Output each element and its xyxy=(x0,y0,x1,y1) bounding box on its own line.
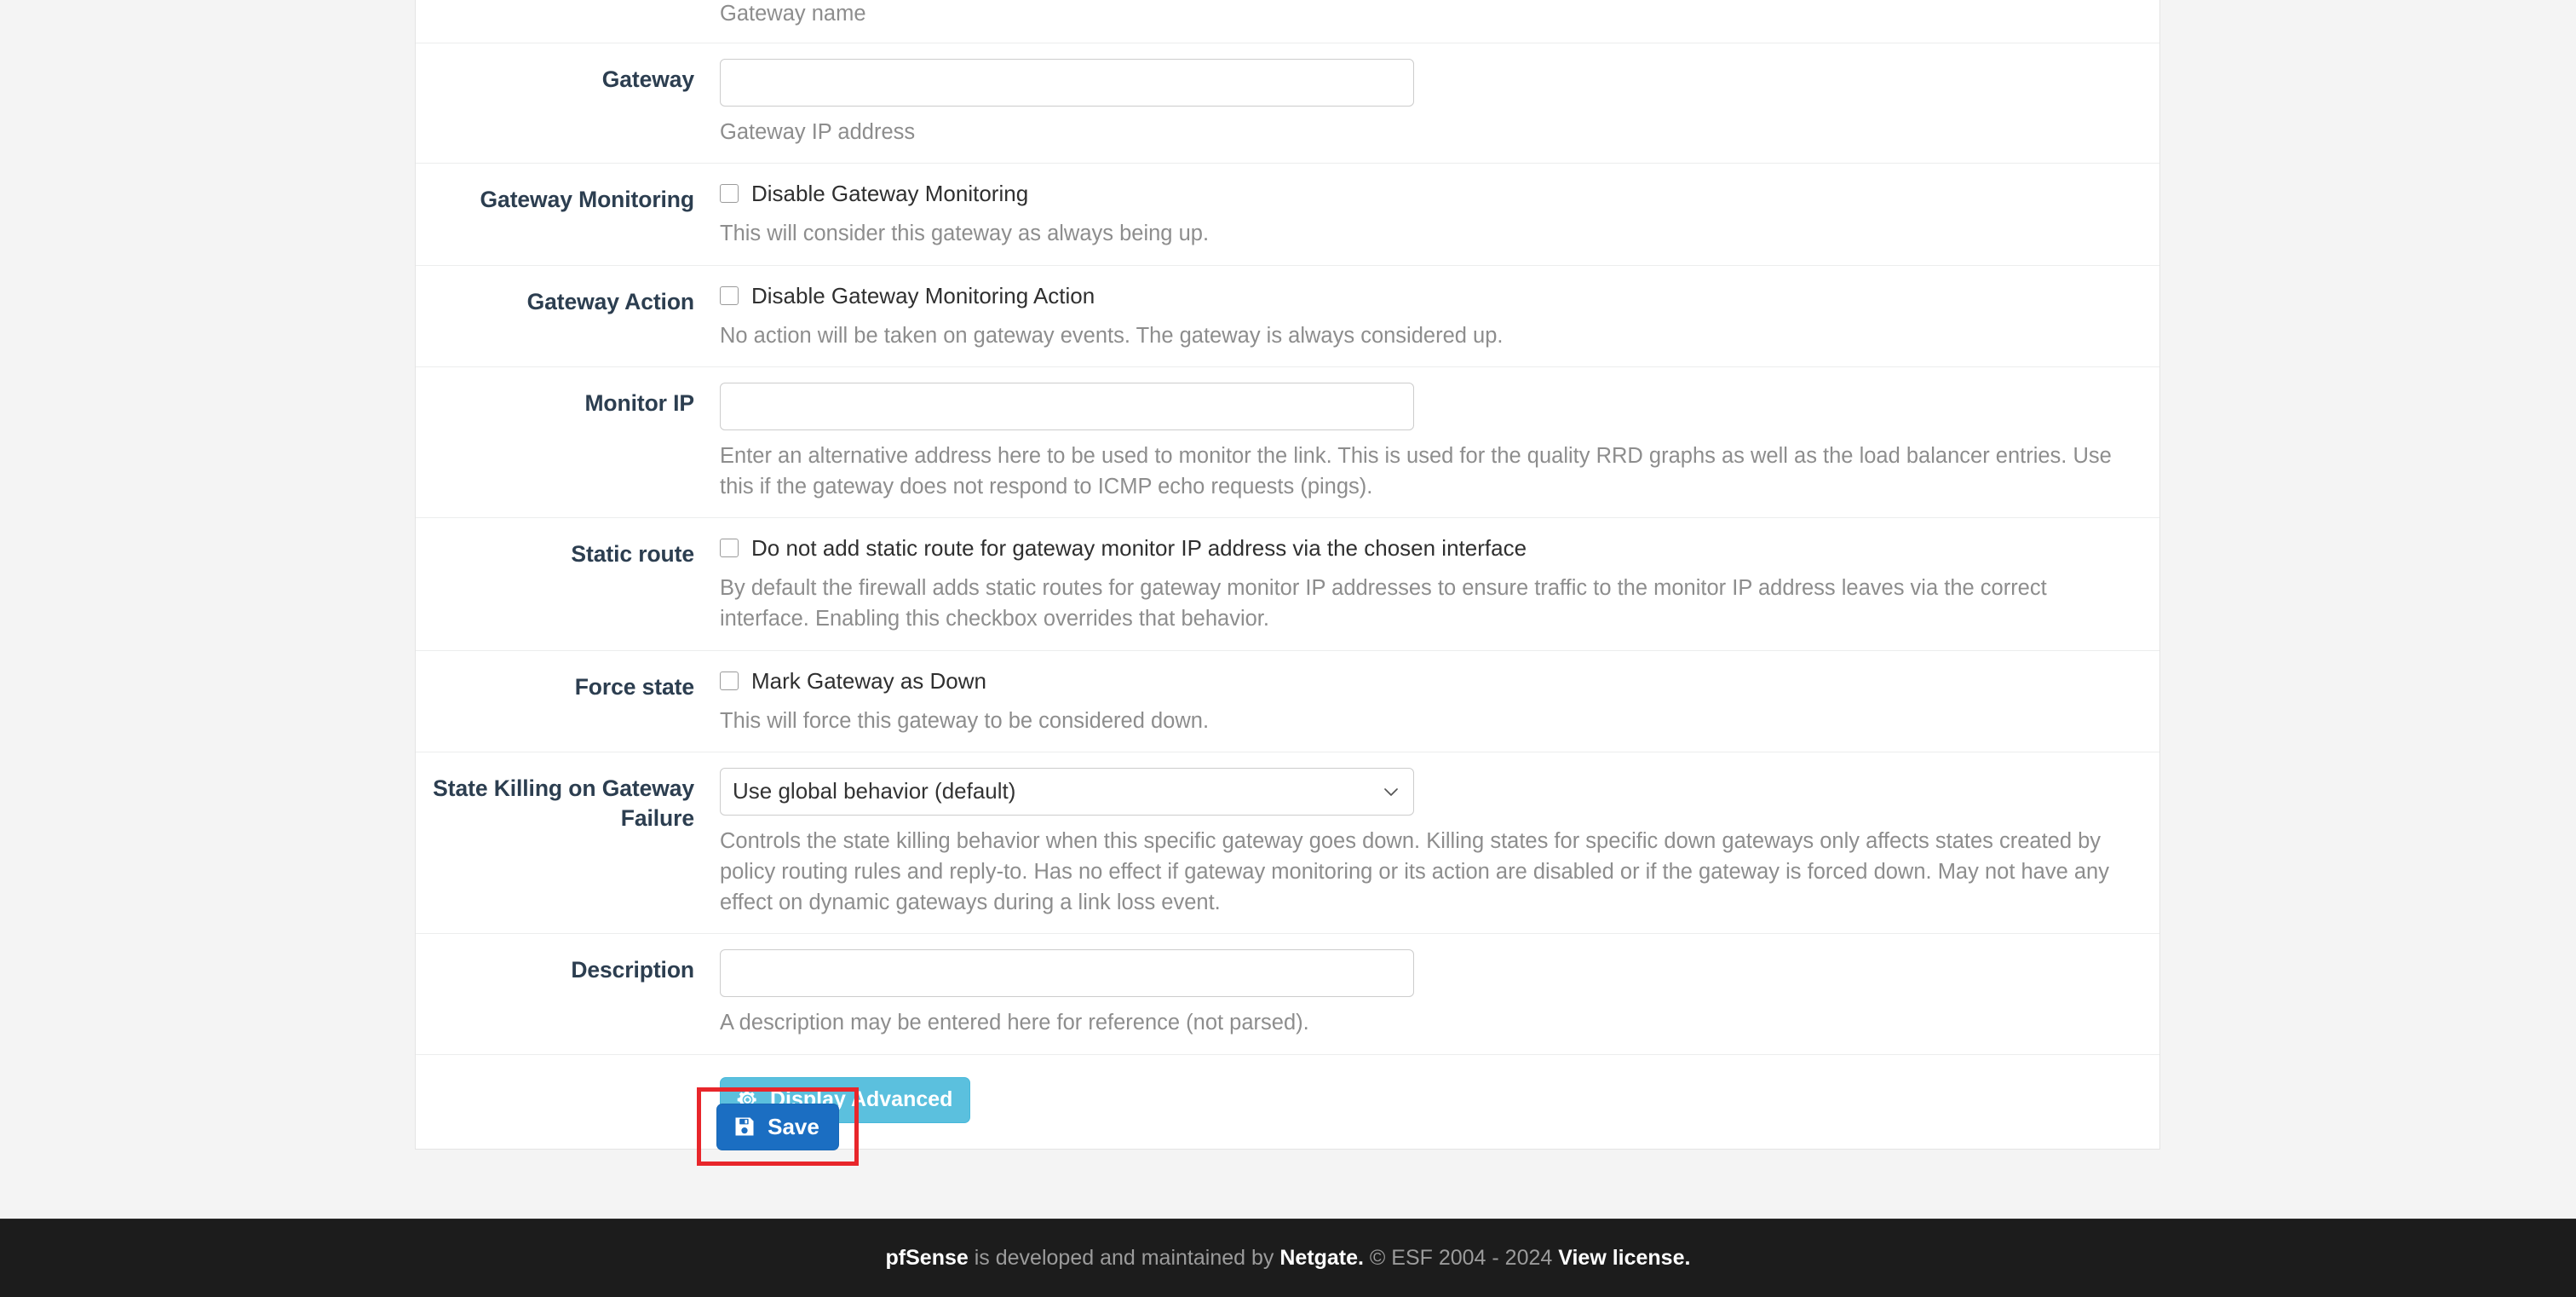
floppy-disk-save-icon xyxy=(735,1117,754,1135)
form-row-description: Description A description may be entered… xyxy=(416,934,2159,1055)
form-row-force-state: Force state Mark Gateway as Down This wi… xyxy=(416,651,2159,752)
footer-credit-text: pfSense is developed and maintained by N… xyxy=(0,1246,2576,1271)
form-row-gateway-name-help: Gateway name xyxy=(416,0,2159,44)
form-label-gateway: Gateway xyxy=(601,66,694,93)
form-control-static-route: Do not add static route for gateway moni… xyxy=(720,518,2159,649)
form-label-state-killing: State Killing on Gateway Failure xyxy=(433,775,694,831)
checkbox-label-disable-gateway-monitoring: Disable Gateway Monitoring xyxy=(751,181,1029,207)
form-label-monitor-ip: Monitor IP xyxy=(584,389,694,416)
checkbox-row-disable-gateway-monitoring-action[interactable]: Disable Gateway Monitoring Action xyxy=(720,281,2159,310)
form-row-gateway-monitoring: Gateway Monitoring Disable Gateway Monit… xyxy=(416,164,2159,266)
form-control-gateway: Gateway IP address xyxy=(720,43,2159,163)
form-control-monitor-ip: Enter an alternative address here to be … xyxy=(720,367,2159,517)
description-input[interactable] xyxy=(720,949,1414,998)
checkbox-row-mark-gateway-down[interactable]: Mark Gateway as Down xyxy=(720,666,2159,695)
form-row-state-killing: State Killing on Gateway Failure Use glo… xyxy=(416,752,2159,935)
form-row-gateway: Gateway Gateway IP address xyxy=(416,43,2159,164)
help-text-state-killing: Controls the state killing behavior when… xyxy=(720,828,2109,915)
footer-copyright: © ESF 2004 - 2024 xyxy=(1363,1246,1559,1270)
gateway-settings-panel: Gateway name Gateway Gateway IP address … xyxy=(415,0,2160,1150)
footer-maintainer: Netgate. xyxy=(1279,1246,1364,1270)
form-control-description: A description may be entered here for re… xyxy=(720,934,2159,1053)
checkbox-row-no-static-route[interactable]: Do not add static route for gateway moni… xyxy=(720,533,2159,562)
view-license-link[interactable]: View license. xyxy=(1558,1246,1690,1270)
form-control-display-advanced: Display Advanced xyxy=(720,1055,2159,1149)
checkbox-row-disable-gateway-monitoring[interactable]: Disable Gateway Monitoring xyxy=(720,179,2159,208)
checkbox-disable-gateway-monitoring-action[interactable] xyxy=(720,285,739,305)
form-label-force-state: Force state xyxy=(574,673,694,700)
form-control-gateway-name-help: Gateway name xyxy=(720,0,2159,43)
help-text-gateway-action: No action will be taken on gateway event… xyxy=(720,323,1504,348)
form-row-gateway-action: Gateway Action Disable Gateway Monitorin… xyxy=(416,266,2159,367)
form-label-blank xyxy=(416,0,720,14)
gateway-input[interactable] xyxy=(720,59,1414,107)
help-text-force-state: This will force this gateway to be consi… xyxy=(720,708,1210,733)
checkbox-disable-gateway-monitoring[interactable] xyxy=(720,184,739,204)
help-text-gateway-name: Gateway name xyxy=(720,2,866,26)
form-row-display-advanced: Display Advanced xyxy=(416,1055,2159,1149)
state-killing-select-value: Use global behavior (default) xyxy=(733,778,1016,804)
help-text-gateway: Gateway IP address xyxy=(720,120,916,145)
footer-brand: pfSense xyxy=(885,1246,969,1270)
pfsense-gateway-edit-page: Gateway name Gateway Gateway IP address … xyxy=(0,0,2576,1297)
checkbox-label-mark-gateway-down: Mark Gateway as Down xyxy=(751,667,986,694)
checkbox-no-static-route[interactable] xyxy=(720,539,739,558)
save-button-highlight-box: Save xyxy=(697,1087,859,1166)
form-control-gateway-monitoring: Disable Gateway Monitoring This will con… xyxy=(720,164,2159,264)
form-row-monitor-ip: Monitor IP Enter an alternative address … xyxy=(416,367,2159,519)
form-label-gateway-monitoring: Gateway Monitoring xyxy=(480,187,695,213)
save-button[interactable]: Save xyxy=(716,1103,839,1150)
help-text-static-route: By default the firewall adds static rout… xyxy=(720,576,2047,631)
help-text-description: A description may be entered here for re… xyxy=(720,1011,1309,1035)
chevron-down-icon xyxy=(1384,787,1398,796)
state-killing-select[interactable]: Use global behavior (default) xyxy=(720,767,1414,816)
footer-mid-text: is developed and maintained by xyxy=(968,1246,1280,1270)
form-control-force-state: Mark Gateway as Down This will force thi… xyxy=(720,651,2159,752)
checkbox-mark-gateway-down[interactable] xyxy=(720,671,739,690)
form-control-gateway-action: Disable Gateway Monitoring Action No act… xyxy=(720,266,2159,366)
checkbox-label-no-static-route: Do not add static route for gateway moni… xyxy=(751,535,1527,562)
checkbox-label-disable-gateway-monitoring-action: Disable Gateway Monitoring Action xyxy=(751,282,1095,308)
form-label-gateway-action: Gateway Action xyxy=(526,288,695,314)
help-text-monitor-ip: Enter an alternative address here to be … xyxy=(720,443,2112,499)
form-control-state-killing: Use global behavior (default) Controls t… xyxy=(720,752,2159,934)
form-row-static-route: Static route Do not add static route for… xyxy=(416,518,2159,651)
monitor-ip-input[interactable] xyxy=(720,382,1414,430)
form-label-static-route: Static route xyxy=(571,541,694,568)
save-button-label: Save xyxy=(768,1113,819,1139)
form-label-display-advanced-blank xyxy=(416,1055,720,1076)
page-footer: pfSense is developed and maintained by N… xyxy=(0,1219,2576,1297)
form-label-description: Description xyxy=(571,957,694,983)
help-text-gateway-monitoring: This will consider this gateway as alway… xyxy=(720,222,1210,246)
